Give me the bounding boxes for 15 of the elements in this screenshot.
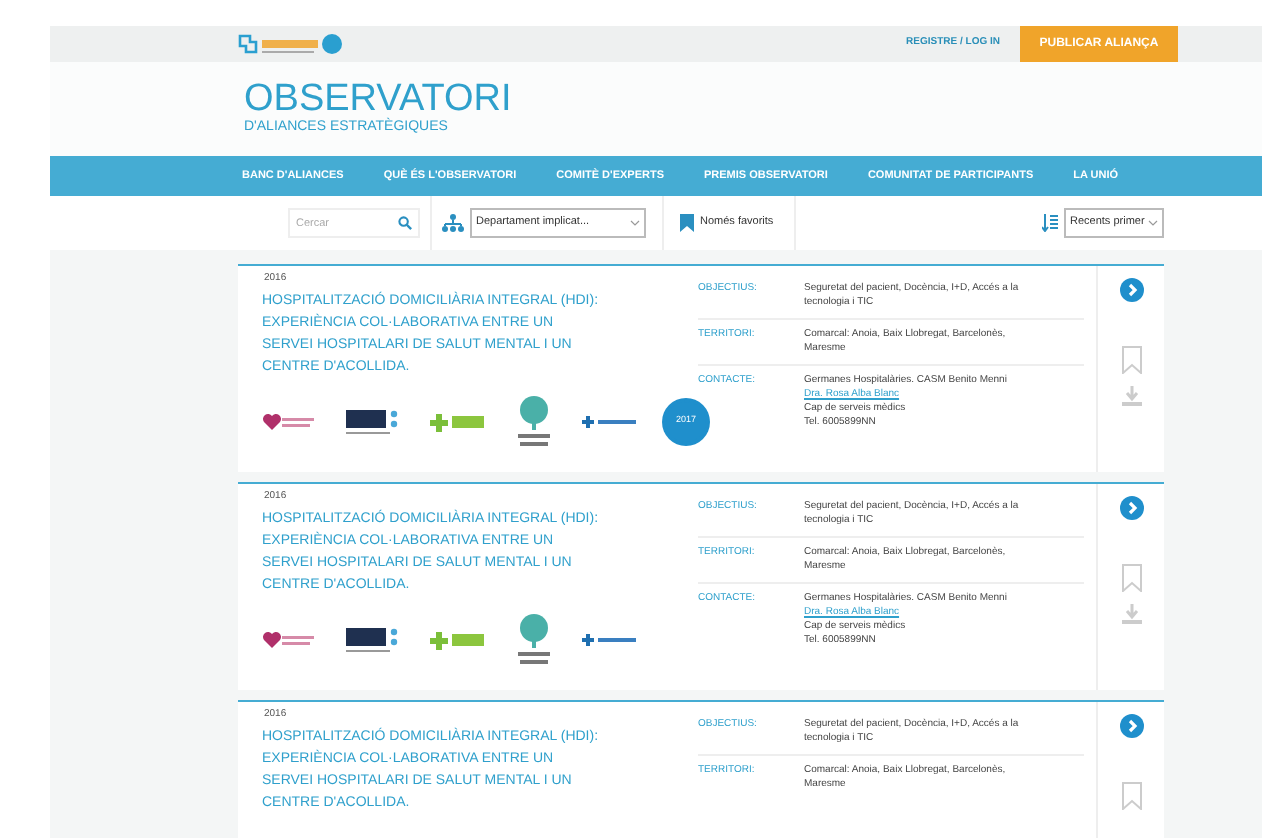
cross-logo-icon [582,413,638,429]
hierarchy-icon [442,214,464,232]
search-icon[interactable] [398,216,412,230]
bookmark-icon[interactable] [680,214,694,232]
sort-icon [1042,214,1058,232]
arrow-circle-icon[interactable] [1119,496,1143,520]
chevron-down-icon [1148,220,1158,226]
logo-icon [238,32,342,56]
chevron-down-icon [630,220,640,226]
arrow-circle-icon[interactable] [1119,714,1143,738]
cross-logo-icon [430,629,486,649]
cross-logo-icon [430,411,486,431]
page-title: OBSERVATORI [244,82,514,118]
cross-logo-icon [582,631,638,647]
arrow-circle-icon[interactable] [1119,278,1143,302]
